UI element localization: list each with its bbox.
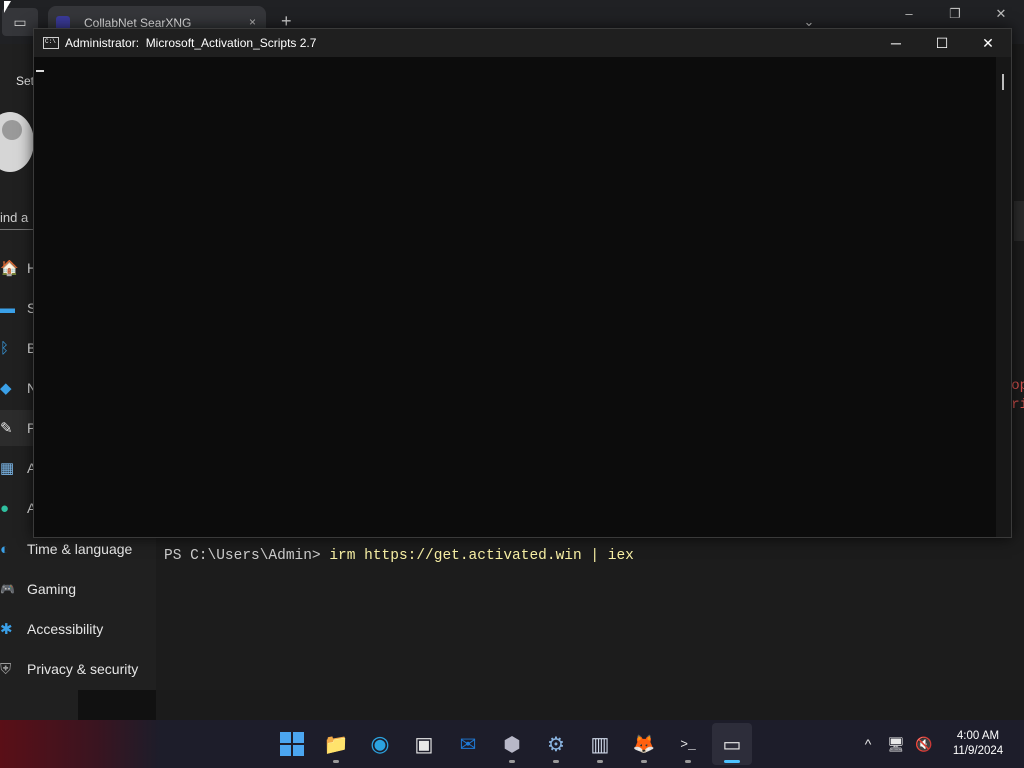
folder-icon: 📁	[323, 733, 349, 756]
ps-prompt: PS C:\Users\Admin>	[164, 548, 330, 564]
box-icon: ⬢	[503, 733, 521, 756]
red-output-fragment: op	[1011, 378, 1024, 394]
globe-clock-icon: ◐	[0, 540, 10, 558]
shield-icon: ⛨	[0, 660, 12, 678]
taskbar-wallpaper-edge	[0, 720, 160, 768]
brush-icon: ✎	[0, 420, 13, 437]
scrollbar-thumb[interactable]	[1002, 74, 1004, 90]
cmd-icon: C:\	[43, 37, 59, 49]
nav-item-privacy-security[interactable]: ⛨ Privacy & security	[0, 651, 156, 687]
taskbar-edge[interactable]: ◉	[360, 723, 400, 765]
volume-muted-icon[interactable]: 🔇	[910, 736, 938, 753]
accessibility-icon: ✱	[0, 621, 13, 638]
console-close-button[interactable]: ✕	[965, 29, 1011, 57]
system-tray: ^ 🖥 🔇 4:00 AM 11/9/2024	[854, 720, 1024, 768]
wifi-icon: ◆	[0, 380, 12, 397]
clock-date: 11/9/2024	[952, 745, 1004, 757]
desktop: { "browser": { "tab_title": "CollabNet S…	[0, 0, 1024, 768]
tab-close-icon[interactable]: ×	[249, 15, 256, 29]
console-title: Administrator: Microsoft_Activation_Scri…	[65, 36, 317, 50]
browser-minimize-button[interactable]: –	[886, 6, 932, 22]
mail-icon: ✉	[459, 733, 477, 756]
mouse-pointer-icon	[4, 1, 11, 13]
store-icon: ▣	[414, 733, 434, 756]
network-icon[interactable]: 🖥	[882, 736, 910, 753]
settings-scrollbar[interactable]	[1014, 201, 1024, 241]
powershell-command-line: PS C:\Users\Admin> irm https://get.activ…	[164, 548, 634, 564]
archive-icon: ▥	[590, 733, 610, 756]
taskbar-outlook[interactable]: ✉	[448, 723, 488, 765]
clock-time: 4:00 AM	[956, 730, 1000, 742]
console-window: C:\ Administrator: Microsoft_Activation_…	[33, 28, 1012, 538]
nav-item-gaming[interactable]: 🎮 Gaming	[0, 571, 156, 607]
home-icon: 🏠	[0, 260, 19, 277]
person-icon: ●	[0, 499, 10, 517]
red-output-fragment: ri	[1011, 397, 1024, 413]
start-button[interactable]	[272, 723, 312, 765]
settings-title: Set	[16, 74, 35, 88]
monitor-icon: ▬	[0, 299, 15, 317]
ps-command: irm https://get.activated.win | iex	[329, 548, 634, 564]
settings-bottom-strip	[0, 690, 78, 720]
console-icon: ▭	[722, 733, 742, 756]
console-maximize-button[interactable]: ☐	[919, 29, 965, 57]
browser-restore-button[interactable]: ❐	[932, 6, 978, 22]
taskbar-console[interactable]: ▭	[712, 723, 752, 765]
browser-close-button[interactable]: ✕	[978, 6, 1024, 22]
gear-icon: ⚙	[547, 733, 565, 756]
console-minimize-button[interactable]: ─	[873, 29, 919, 57]
taskbar-store[interactable]: ▣	[404, 723, 444, 765]
clock[interactable]: 4:00 AM 11/9/2024	[938, 729, 1018, 759]
apps-icon: ▦	[0, 460, 15, 477]
taskbar-box-app[interactable]: ⬢	[492, 723, 532, 765]
edge-icon: ◉	[370, 731, 390, 756]
user-avatar[interactable]	[0, 112, 34, 172]
console-titlebar[interactable]: C:\ Administrator: Microsoft_Activation_…	[34, 29, 1011, 57]
gamepad-icon: 🎮	[0, 582, 15, 596]
taskbar-firefox[interactable]: 🦊	[624, 723, 664, 765]
taskbar-settings[interactable]: ⚙	[536, 723, 576, 765]
nav-item-accessibility[interactable]: ✱ Accessibility	[0, 611, 156, 647]
console-scrollbar[interactable]	[996, 57, 1011, 537]
text-cursor	[36, 70, 44, 72]
windows-logo-icon	[280, 732, 304, 756]
taskbar-terminal[interactable]: >_	[668, 723, 708, 765]
taskbar-archive-app[interactable]: ▥	[580, 723, 620, 765]
dark-strip	[78, 690, 156, 720]
console-output-area[interactable]	[34, 57, 998, 537]
firefox-icon: 🦊	[632, 733, 656, 754]
show-hidden-icons-chevron-icon[interactable]: ^	[854, 736, 882, 752]
taskbar-file-explorer[interactable]: 📁	[316, 723, 356, 765]
terminal-icon: >_	[680, 736, 696, 752]
bluetooth-icon: ᛒ	[0, 339, 10, 357]
